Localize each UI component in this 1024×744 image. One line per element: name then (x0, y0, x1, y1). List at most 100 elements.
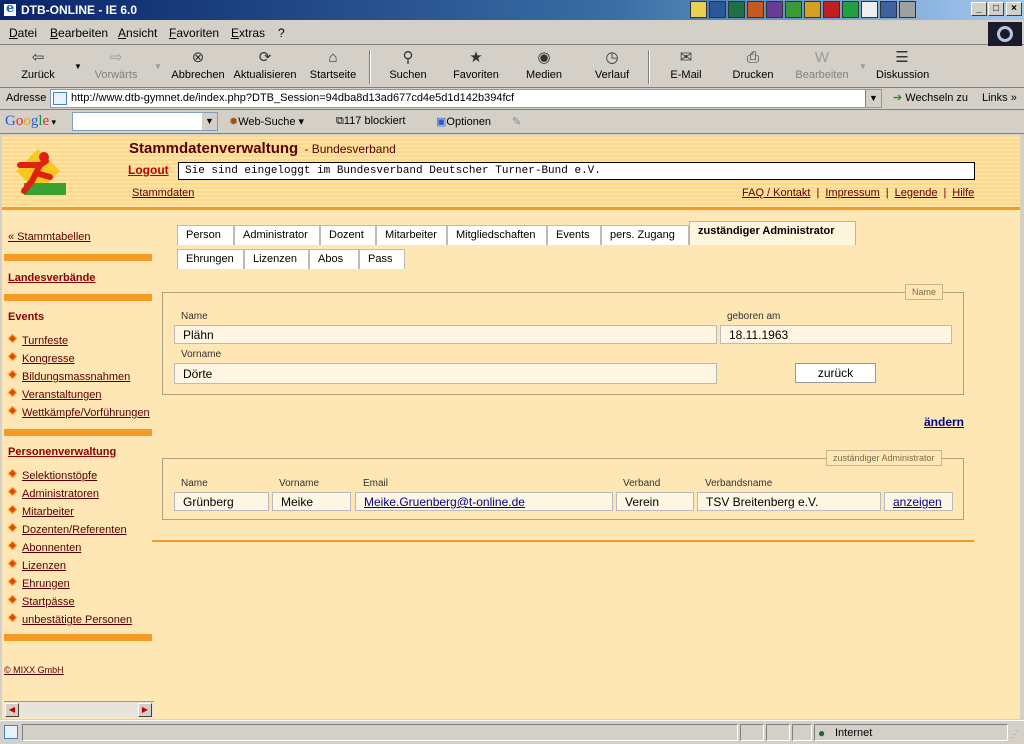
sidebar-item-turnfeste[interactable]: Turnfeste (22, 335, 68, 347)
edit-dropdown-icon[interactable]: ▼ (859, 62, 867, 71)
forward-button[interactable]: ⇨ Vorwärts (92, 49, 140, 81)
sidebar-item-unbestaetigte[interactable]: unbestätigte Personen (22, 614, 132, 626)
copyright-link[interactable]: © MIXX GmbH (4, 665, 64, 675)
show-admin-button[interactable]: anzeigen (884, 492, 953, 511)
stop-icon: ⊗ (191, 49, 205, 66)
address-input[interactable]: http://www.dtb-gymnet.de/index.php?DTB_S… (50, 89, 882, 108)
goto-button[interactable]: ➔ Wechseln zu (893, 91, 968, 104)
tray-app-icon[interactable] (899, 1, 916, 18)
sidebar-item-mitarbeiter[interactable]: Mitarbeiter (22, 506, 74, 518)
logout-link[interactable]: Logout (128, 163, 169, 177)
scroll-right-icon[interactable]: ▶ (138, 703, 152, 717)
menu-favoriten[interactable]: Favoriten (169, 26, 219, 40)
tray-app-icon[interactable] (861, 1, 878, 18)
impressum-link[interactable]: Impressum (825, 187, 879, 199)
minimize-icon[interactable]: _ (971, 2, 987, 16)
print-button[interactable]: ⎙ Drucken (730, 49, 776, 81)
edit-link[interactable]: ändern (924, 415, 964, 429)
menu-datei[interactable]: Datei (9, 26, 37, 40)
favorites-button[interactable]: ★ Favoriten (450, 49, 502, 81)
tray-app-icon[interactable] (766, 1, 783, 18)
personenverwaltung-heading[interactable]: Personenverwaltung (8, 446, 116, 458)
home-button[interactable]: ⌂ Startseite (306, 49, 360, 81)
tab-lizenzen[interactable]: Lizenzen (244, 249, 309, 269)
menu-bearbeiten[interactable]: Bearbeiten (50, 26, 108, 40)
email-button[interactable]: ✉ E-Mail (668, 49, 704, 81)
tab-dozent[interactable]: Dozent (320, 225, 376, 245)
printer-icon: ⎙ (746, 49, 759, 66)
address-dropdown-icon[interactable]: ▼ (865, 90, 881, 107)
links-button[interactable]: Links » (982, 92, 1017, 104)
sidebar-item-kongresse[interactable]: Kongresse (22, 353, 75, 365)
tab-events[interactable]: Events (547, 225, 601, 245)
maximize-icon[interactable]: □ (988, 2, 1004, 16)
sidebar-item-startpaesse[interactable]: Startpässe (22, 596, 75, 608)
scroll-left-icon[interactable]: ◀ (5, 703, 19, 717)
faq-link[interactable]: FAQ / Kontakt (742, 187, 810, 199)
tab-ehrungen[interactable]: Ehrungen (177, 249, 244, 269)
breadcrumb-stammdaten[interactable]: Stammdaten (132, 187, 194, 199)
tray-app-icon[interactable] (842, 1, 859, 18)
tab-pass[interactable]: Pass (359, 249, 405, 269)
edit-button[interactable]: W Bearbeiten (792, 49, 852, 81)
tray-app-icon[interactable] (823, 1, 840, 18)
tray-app-icon[interactable] (785, 1, 802, 18)
google-dropdown-icon[interactable]: ▼ (202, 113, 217, 130)
tray-app-icon[interactable] (690, 1, 707, 18)
tab-mitgliedschaften[interactable]: Mitgliedschaften (447, 225, 547, 245)
address-url[interactable]: http://www.dtb-gymnet.de/index.php?DTB_S… (71, 92, 514, 104)
discuss-button[interactable]: ☰ Diskussion (876, 49, 929, 81)
stop-label: Abbrechen (171, 69, 225, 81)
sidebar-item-landesverbaende[interactable]: Landesverbände (8, 272, 95, 284)
history-button[interactable]: ◷ Verlauf (592, 49, 632, 81)
sidebar-item-wettkaempfe[interactable]: Wettkämpfe/Vorführungen (22, 407, 150, 419)
back-form-button[interactable]: zurück (795, 363, 876, 383)
tab-person[interactable]: Person (177, 225, 234, 245)
sidebar-item-lizenzen[interactable]: Lizenzen (22, 560, 66, 572)
tab-abos[interactable]: Abos (309, 249, 359, 269)
google-search-input[interactable]: ▼ (72, 112, 218, 131)
stop-button[interactable]: ⊗ Abbrechen (170, 49, 226, 81)
search-button[interactable]: ⚲ Suchen (386, 49, 430, 81)
popup-blocker-button[interactable]: ⧉117 blockiert (336, 115, 405, 128)
status-bar: ● Internet ⋰ (0, 720, 1024, 744)
sidebar-item-dozenten[interactable]: Dozenten/Referenten (22, 524, 127, 536)
options-button[interactable]: ▣Optionen (436, 115, 491, 128)
menu-extras[interactable]: Extras (231, 26, 265, 40)
sidebar-item-selektionstoepfe[interactable]: Selektionstöpfe (22, 470, 97, 482)
sidebar-item-abonnenten[interactable]: Abonnenten (22, 542, 81, 554)
back-dropdown-icon[interactable]: ▼ (74, 62, 82, 71)
hilfe-link[interactable]: Hilfe (952, 187, 974, 199)
sidebar-item-veranstaltungen[interactable]: Veranstaltungen (22, 389, 102, 401)
close-icon[interactable]: × (1006, 2, 1022, 16)
back-button[interactable]: ⇦ Zurück (18, 49, 58, 81)
refresh-button[interactable]: ⟳ Aktualisieren (233, 49, 297, 81)
horizontal-scrollbar[interactable]: ◀ ▶ (4, 701, 154, 717)
tab-pers-zugang[interactable]: pers. Zugang (601, 225, 689, 245)
word-icon[interactable] (709, 1, 726, 18)
forward-dropdown-icon[interactable]: ▼ (154, 62, 162, 71)
websearch-button[interactable]: ✹Web-Suche ▾ (229, 115, 304, 128)
tab-mitarbeiter[interactable]: Mitarbeiter (376, 225, 447, 245)
google-logo[interactable]: Google ▾ (5, 113, 56, 130)
sidebar-item-bildungsmassnahmen[interactable]: Bildungsmassnahmen (22, 371, 130, 383)
tab-zustaendiger-administrator[interactable]: zuständiger Administrator (689, 221, 856, 245)
tray-app-icon[interactable] (747, 1, 764, 18)
search-icon: ⚲ (402, 49, 414, 66)
firstname-label: Vorname (181, 349, 222, 360)
sidebar-item-administratoren[interactable]: Administratoren (22, 488, 99, 500)
highlighter-icon[interactable]: ✎ (512, 115, 521, 128)
media-button[interactable]: ◉ Medien (524, 49, 564, 81)
sidebar-item-ehrungen[interactable]: Ehrungen (22, 578, 70, 590)
tray-app-icon[interactable] (804, 1, 821, 18)
resize-grip-icon[interactable]: ⋰ (1010, 729, 1019, 740)
admin-email-link[interactable]: Meike.Gruenberg@t-online.de (355, 492, 613, 511)
sidebar-back-link[interactable]: « Stammtabellen (8, 231, 91, 243)
tray-app-icon[interactable] (880, 1, 897, 18)
menu-help[interactable]: ? (278, 26, 285, 40)
menu-ansicht[interactable]: Ansicht (118, 26, 157, 40)
legende-link[interactable]: Legende (895, 187, 938, 199)
excel-icon[interactable] (728, 1, 745, 18)
tab-administrator[interactable]: Administrator (234, 225, 320, 245)
print-label: Drucken (732, 69, 774, 81)
